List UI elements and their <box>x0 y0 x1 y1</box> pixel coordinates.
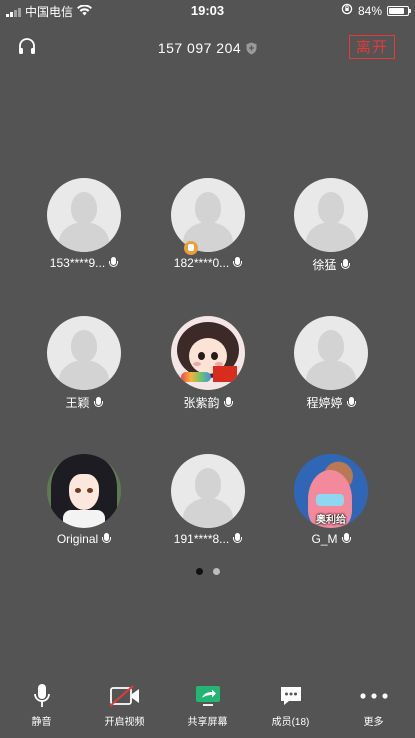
participant-name: G_M <box>311 532 338 546</box>
mic-icon <box>223 396 233 409</box>
mic-icon <box>93 396 103 409</box>
host-crown-icon <box>184 241 198 255</box>
members-button[interactable]: 成员(18) <box>249 682 332 738</box>
participant-tile[interactable]: 191****8... <box>153 454 263 546</box>
avatar <box>47 316 121 390</box>
page-dot-1[interactable] <box>195 568 203 575</box>
status-right: 84% <box>341 3 411 18</box>
participant-tile[interactable]: 王颖 <box>29 316 139 411</box>
meeting-id-text: 157 097 204 <box>157 40 242 56</box>
members-label: 成员(18) <box>271 717 310 728</box>
chat-members-icon <box>280 687 301 705</box>
avatar <box>171 178 245 252</box>
participant-tile[interactable]: 182****0... <box>153 178 263 270</box>
participant-tile[interactable]: 程婷婷 <box>276 316 386 411</box>
leave-button[interactable]: 离开 <box>349 35 395 59</box>
participant-name: 程婷婷 <box>306 396 343 410</box>
video-label: 开启视频 <box>104 717 145 728</box>
participant-name: 153****9... <box>49 256 106 270</box>
avatar <box>294 178 368 252</box>
avatar <box>294 316 368 390</box>
participant-tile[interactable]: 徐猛 <box>276 178 386 273</box>
share-label: 共享屏幕 <box>187 717 228 728</box>
participant-tile[interactable]: 153****9... <box>29 178 139 270</box>
avatar: 奥利给 <box>294 454 368 528</box>
avatar <box>47 178 121 252</box>
battery-icon <box>387 5 411 16</box>
page-indicator[interactable] <box>0 568 415 575</box>
start-video-button[interactable]: 开启视频 <box>83 682 166 738</box>
mic-icon <box>233 257 243 269</box>
more-label: 更多 <box>363 717 384 728</box>
mic-icon <box>346 396 356 409</box>
mic-icon <box>33 684 50 707</box>
mic-icon <box>233 533 243 545</box>
participant-tile[interactable]: Original <box>29 454 139 546</box>
participant-name: 191****8... <box>173 532 230 546</box>
participant-name: 徐猛 <box>312 258 337 272</box>
more-button[interactable]: 更多 <box>332 682 415 738</box>
more-icon <box>359 693 388 699</box>
mic-icon <box>102 533 112 545</box>
mic-icon <box>109 257 119 269</box>
mic-icon <box>341 533 351 545</box>
meeting-header: 157 097 204 离开 <box>0 34 415 64</box>
orientation-lock-icon <box>341 3 353 18</box>
share-screen-icon <box>195 686 220 706</box>
avatar <box>47 454 121 528</box>
participant-name: 张紫韵 <box>183 396 220 410</box>
mute-label: 静音 <box>31 717 52 728</box>
crossed-video-icon <box>108 685 139 707</box>
page-dot-2[interactable] <box>212 568 220 575</box>
avatar <box>171 316 245 390</box>
battery-percent: 84% <box>357 3 382 18</box>
participant-name: 182****0... <box>173 256 230 270</box>
participant-tile[interactable]: 奥利给 G_M <box>276 454 386 546</box>
bottom-toolbar: 静音 开启视频 共享屏幕 成员(18) 更多 <box>0 682 415 738</box>
mic-icon <box>340 258 350 271</box>
participant-tile[interactable]: 张紫韵 <box>153 316 263 411</box>
status-bar: 中国电信 19:03 84% <box>0 0 415 22</box>
mute-button[interactable]: 静音 <box>0 682 83 738</box>
participant-name: Original <box>56 532 99 546</box>
participant-name: 王颖 <box>65 396 90 410</box>
shield-icon <box>246 42 257 58</box>
share-screen-button[interactable]: 共享屏幕 <box>166 682 249 738</box>
avatar <box>171 454 245 528</box>
avatar-caption: 奥利给 <box>316 515 346 526</box>
